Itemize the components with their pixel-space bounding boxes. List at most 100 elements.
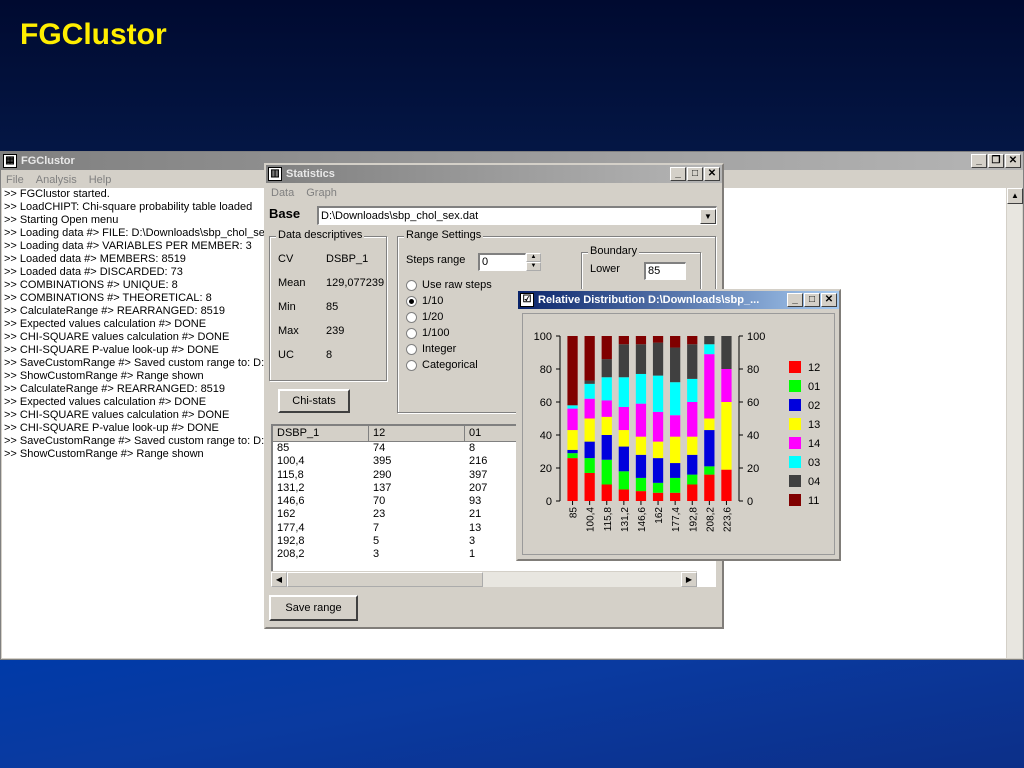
table-cell: 23 bbox=[373, 508, 386, 521]
table-cell: 146,6 bbox=[277, 495, 305, 508]
save-range-button[interactable]: Save range bbox=[269, 595, 358, 621]
bar-segment bbox=[567, 430, 578, 450]
range-option-radio[interactable]: 1/100 bbox=[406, 327, 450, 339]
table-cell: 137 bbox=[373, 481, 392, 494]
bar-segment bbox=[652, 336, 664, 343]
chart-titlebar[interactable]: ☑ Relative Distribution D:\Downloads\sbp… bbox=[518, 291, 839, 309]
chart-close-button[interactable]: ✕ bbox=[821, 293, 837, 307]
table-header-cell[interactable]: 12 bbox=[369, 426, 465, 442]
bar-segment bbox=[635, 491, 647, 501]
bar-segment bbox=[567, 458, 578, 501]
y-tick-label-right: 0 bbox=[747, 496, 753, 508]
descriptive-label: UC bbox=[278, 349, 294, 361]
slide-bottom-band bbox=[0, 660, 1024, 768]
table-hscrollbar[interactable]: ◀ ▶ bbox=[271, 571, 697, 587]
close-button[interactable]: ✕ bbox=[1005, 154, 1021, 168]
bar-segment bbox=[635, 477, 647, 492]
base-path-select[interactable]: D:\Downloads\sbp_chol_sex.dat ▼ bbox=[317, 206, 717, 225]
x-tick-label: 177,4 bbox=[671, 507, 682, 532]
table-header-cell[interactable]: DSBP_1 bbox=[273, 426, 369, 442]
spin-up-icon[interactable]: ▲ bbox=[526, 253, 541, 262]
bar-segment bbox=[670, 436, 681, 464]
range-settings-label: Range Settings bbox=[404, 229, 484, 241]
scroll-thumb[interactable] bbox=[287, 572, 483, 587]
y-tick-label-left: 80 bbox=[540, 364, 552, 376]
stats-titlebar[interactable]: ▥ Statistics _ □ ✕ bbox=[266, 165, 722, 183]
range-option-radio[interactable]: 1/10 bbox=[406, 295, 443, 307]
y-tick-label-right: 60 bbox=[747, 397, 759, 409]
bar-segment bbox=[618, 377, 629, 407]
table-cell: 192,8 bbox=[277, 535, 305, 548]
bar-segment bbox=[670, 463, 681, 478]
range-option-radio[interactable]: Use raw steps bbox=[406, 279, 492, 291]
restore-button[interactable]: ❐ bbox=[988, 154, 1004, 168]
chart-window-title: Relative Distribution D:\Downloads\sbp_.… bbox=[538, 294, 760, 306]
stats-title: Statistics bbox=[286, 168, 335, 180]
table-cell: 162 bbox=[277, 508, 296, 521]
log-scrollbar[interactable]: ▲ bbox=[1006, 188, 1023, 658]
bar-segment bbox=[652, 441, 664, 459]
y-tick-label-right: 100 bbox=[747, 331, 765, 343]
save-range-label: Save range bbox=[285, 602, 342, 614]
bar-segment bbox=[652, 342, 664, 376]
chi-stats-button[interactable]: Chi-stats bbox=[278, 389, 350, 413]
legend-label: 04 bbox=[808, 476, 820, 488]
stats-close-button[interactable]: ✕ bbox=[704, 167, 720, 181]
bar-segment bbox=[567, 336, 578, 406]
bar-segment bbox=[687, 474, 698, 485]
range-option-radio[interactable]: Integer bbox=[406, 343, 456, 355]
range-option-radio[interactable]: Categorical bbox=[406, 359, 478, 371]
bar-segment bbox=[584, 336, 595, 381]
legend-swatch bbox=[789, 494, 801, 506]
menu-file[interactable]: File bbox=[6, 174, 24, 186]
bar-segment bbox=[687, 336, 698, 345]
chart-minimize-button[interactable]: _ bbox=[787, 293, 803, 307]
lower-input[interactable]: 85 bbox=[644, 262, 686, 280]
radio-dot[interactable] bbox=[406, 295, 417, 307]
bar-segment bbox=[704, 430, 715, 467]
legend-swatch bbox=[789, 456, 801, 468]
bar-segment bbox=[687, 484, 698, 501]
bar-segment bbox=[721, 369, 732, 402]
menu-graph[interactable]: Graph bbox=[306, 187, 337, 199]
bar-segment bbox=[601, 400, 612, 417]
bar-segment bbox=[670, 415, 681, 437]
legend-label: 03 bbox=[808, 457, 820, 469]
scroll-left-arrow-icon[interactable]: ◀ bbox=[271, 572, 287, 587]
bar-segment bbox=[670, 492, 681, 501]
menu-analysis[interactable]: Analysis bbox=[36, 174, 77, 186]
chevron-down-icon[interactable]: ▼ bbox=[700, 208, 716, 224]
chi-stats-label: Chi-stats bbox=[292, 395, 336, 407]
legend-swatch bbox=[789, 475, 801, 487]
legend-label: 11 bbox=[808, 495, 819, 507]
relative-distribution-chart: 0 020 2040 4060 6080 80100 10085 100,4 115,8 131,… bbox=[522, 313, 835, 555]
steps-range-input[interactable]: 0 bbox=[478, 253, 526, 271]
range-option-radio[interactable]: 1/20 bbox=[406, 311, 443, 323]
y-tick-label-left: 0 bbox=[546, 496, 552, 508]
radio-dot[interactable] bbox=[406, 327, 417, 339]
legend-label: 02 bbox=[808, 400, 820, 412]
scroll-up-arrow-icon[interactable]: ▲ bbox=[1007, 188, 1023, 204]
bar-segment bbox=[652, 375, 664, 412]
chart-maximize-button[interactable]: □ bbox=[804, 293, 820, 307]
table-cell: 100,4 bbox=[277, 455, 305, 468]
menu-data[interactable]: Data bbox=[271, 187, 294, 199]
radio-dot[interactable] bbox=[406, 279, 417, 291]
x-tick-label: 100,4 bbox=[586, 507, 597, 532]
radio-dot[interactable] bbox=[406, 311, 417, 323]
bar-segment bbox=[687, 436, 698, 455]
y-tick-label-right: 40 bbox=[747, 430, 759, 442]
radio-dot[interactable] bbox=[406, 343, 417, 355]
menu-help[interactable]: Help bbox=[89, 174, 112, 186]
bar-segment bbox=[704, 344, 715, 355]
spin-down-icon[interactable]: ▼ bbox=[526, 262, 541, 271]
stats-minimize-button[interactable]: _ bbox=[670, 167, 686, 181]
table-cell: 3 bbox=[373, 548, 380, 561]
steps-spinner[interactable]: ▲ ▼ bbox=[526, 253, 541, 271]
stats-maximize-button[interactable]: □ bbox=[687, 167, 703, 181]
scroll-right-arrow-icon[interactable]: ▶ bbox=[681, 572, 697, 587]
minimize-button[interactable]: _ bbox=[971, 154, 987, 168]
table-cell: 177,4 bbox=[277, 521, 305, 534]
bar-segment bbox=[567, 449, 578, 454]
radio-dot[interactable] bbox=[406, 359, 417, 371]
